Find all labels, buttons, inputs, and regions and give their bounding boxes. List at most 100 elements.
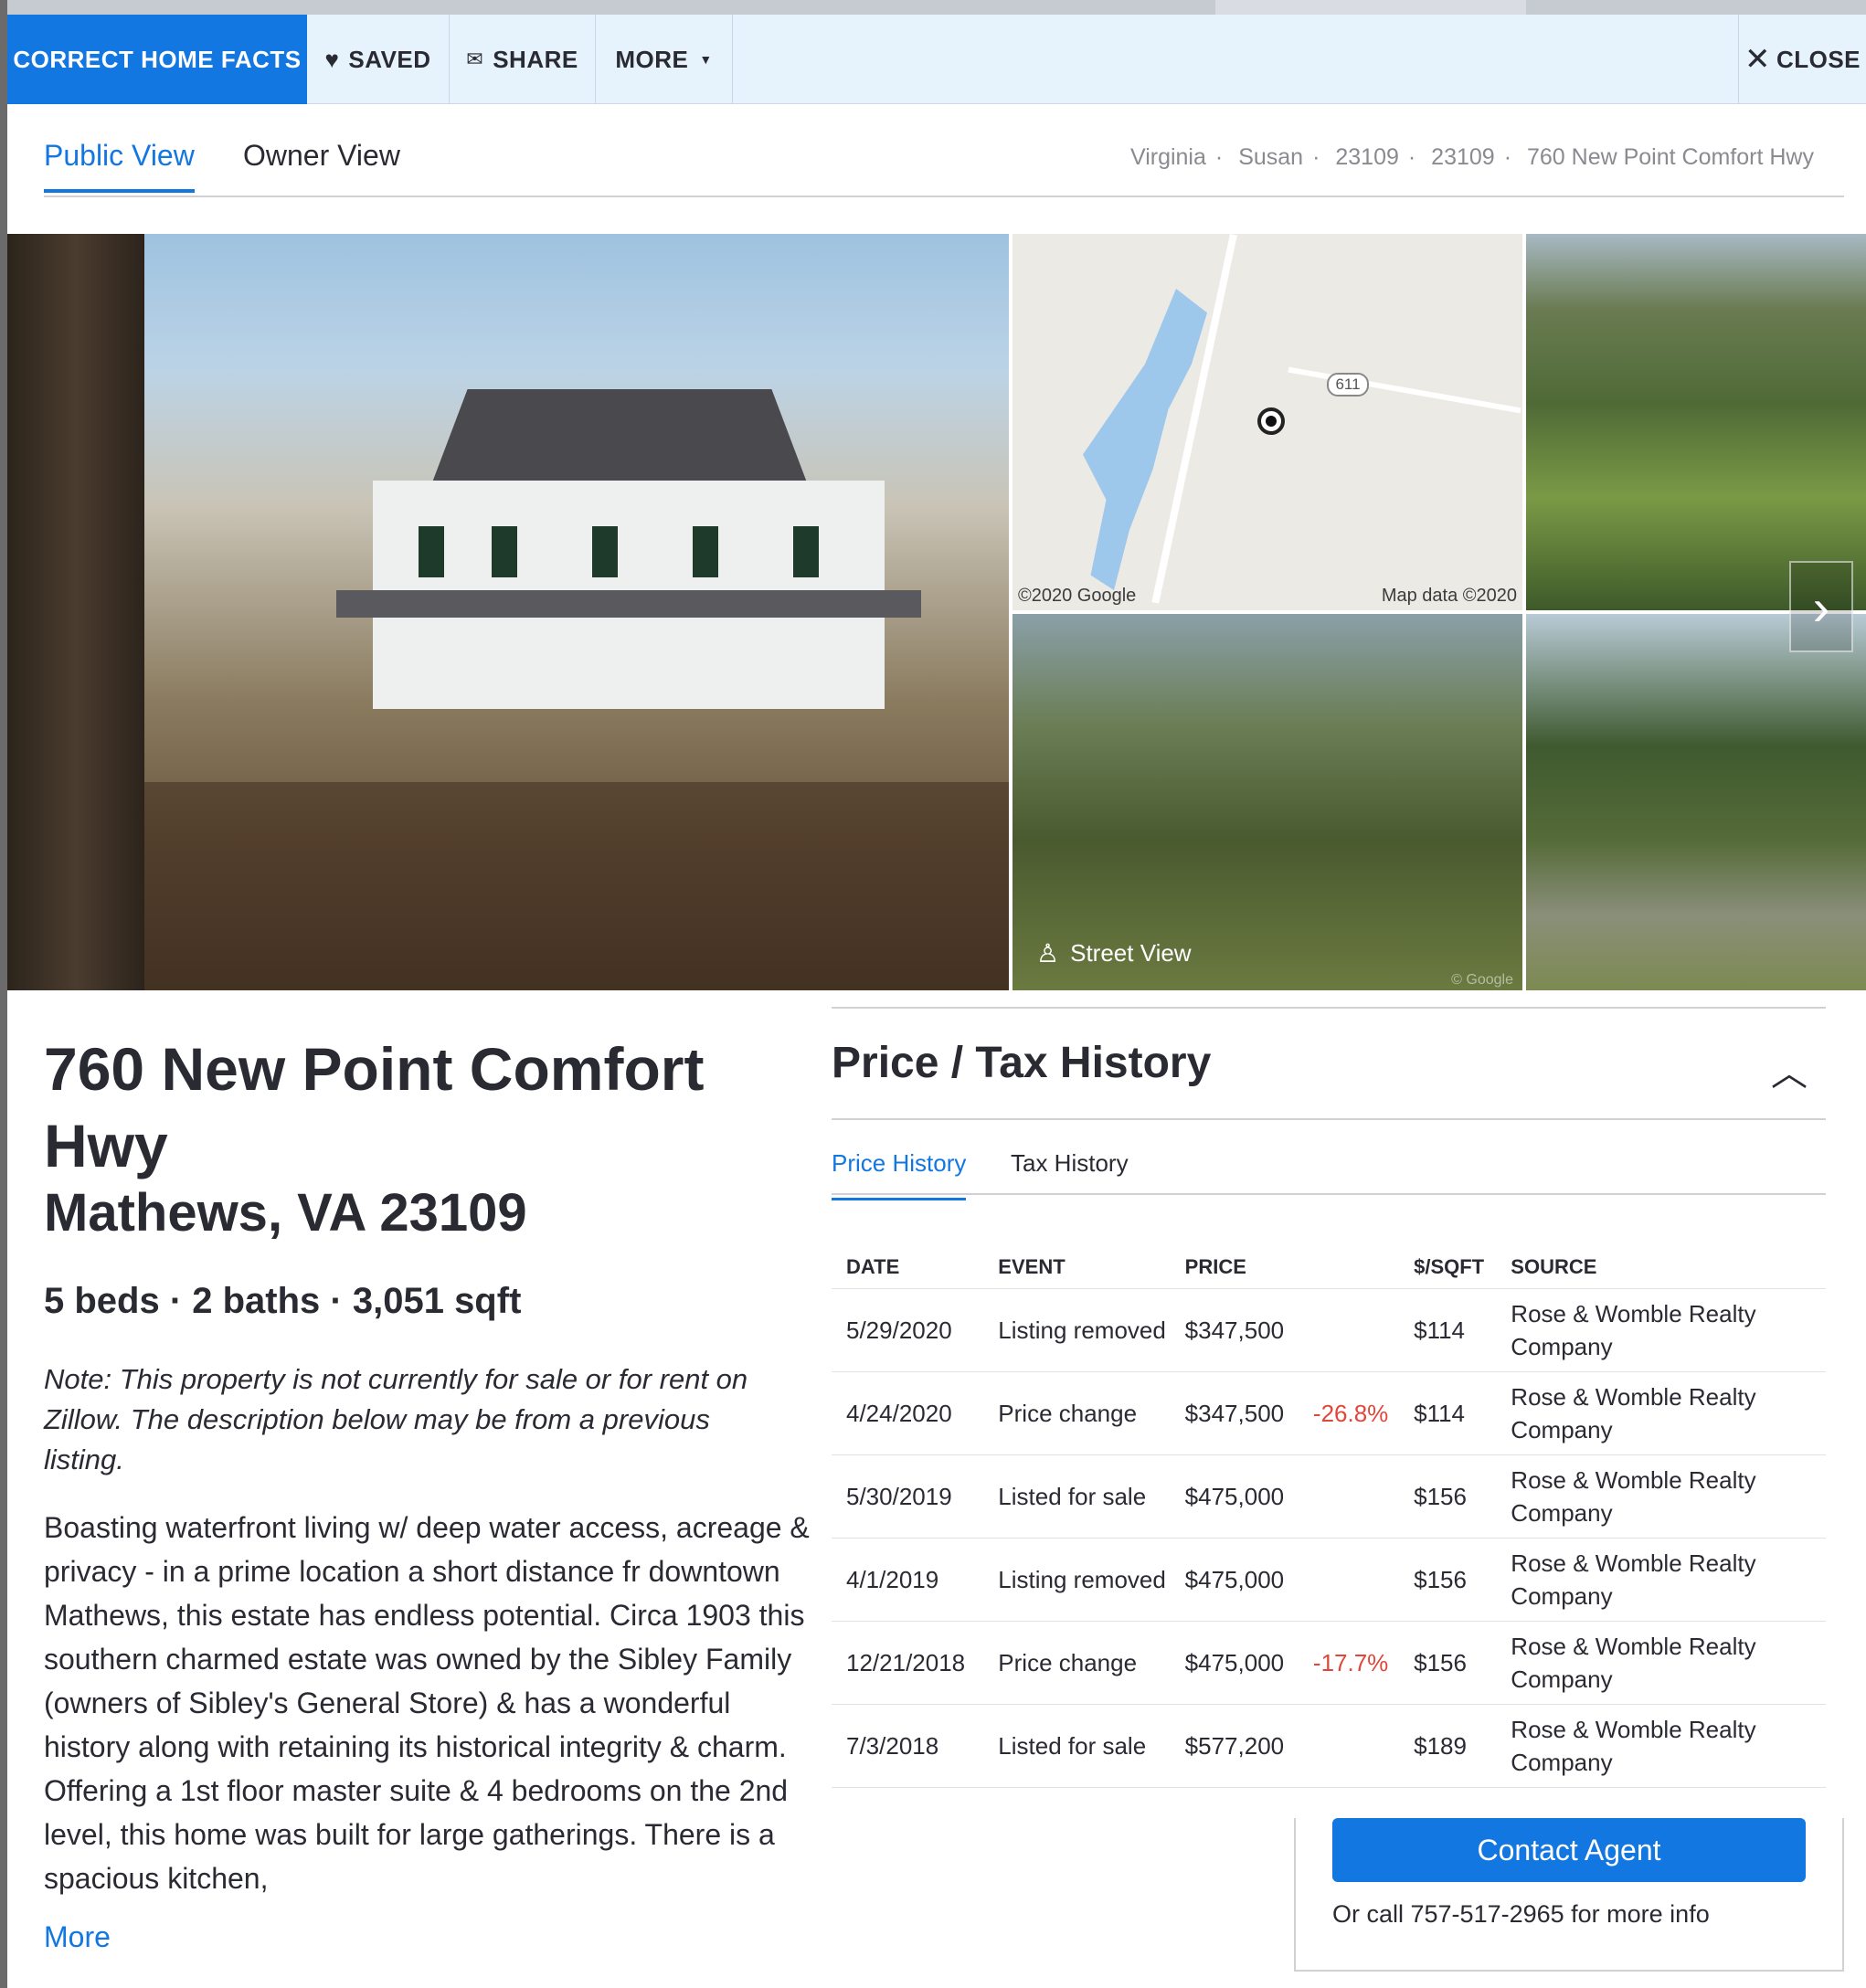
breadcrumb-separator: · — [1407, 144, 1416, 170]
map-credit-data: Map data ©2020 — [1381, 586, 1517, 606]
cell-event: Listed for sale — [983, 1454, 1171, 1538]
cell-date: 7/3/2018 — [832, 1703, 984, 1788]
street-view-text: Street View — [1070, 939, 1192, 967]
cell-price: $475,000 — [1170, 1454, 1299, 1538]
browser-tab-segment — [0, 0, 1215, 15]
google-watermark: © Google — [1451, 972, 1513, 988]
route-badge: 611 — [1327, 373, 1369, 397]
breadcrumb-item-state[interactable]: Virginia — [1130, 144, 1206, 170]
cell-event: Listed for sale — [983, 1703, 1171, 1788]
cell-date: 4/24/2020 — [832, 1370, 984, 1454]
cell-source: Rose & Womble Realty Company — [1496, 1703, 1826, 1788]
correct-home-facts-label: CORRECT HOME FACTS — [13, 45, 302, 73]
cell-price-per-sqft: $114 — [1399, 1287, 1497, 1371]
cell-price: $475,000 — [1170, 1537, 1299, 1621]
contact-call-text: Or call 757-517-2965 for more info — [1332, 1900, 1710, 1928]
cell-change: -26.8% — [1298, 1370, 1400, 1454]
column-header-change — [1299, 1246, 1399, 1288]
share-button[interactable]: ✉ SHARE — [450, 15, 596, 104]
house-porch — [336, 590, 921, 618]
table-row: 4/24/2020 Price change $347,500 -26.8% $… — [832, 1370, 1826, 1454]
breadcrumb-item-zip-2[interactable]: 23109 — [1431, 144, 1495, 170]
tab-tax-history[interactable]: Tax History — [1011, 1149, 1129, 1198]
saved-button[interactable]: ♥ SAVED — [307, 15, 450, 104]
divider — [832, 1007, 1826, 1009]
left-window-edge — [0, 0, 7, 1988]
divider — [832, 1118, 1826, 1120]
cell-change — [1298, 1537, 1400, 1621]
cell-source: Rose & Womble Realty Company — [1496, 1537, 1826, 1621]
cell-event: Price change — [983, 1370, 1171, 1454]
map-thumbnail[interactable]: 611 ©2020 Google Map data ©2020 — [1013, 234, 1522, 610]
cell-price-per-sqft: $156 — [1399, 1620, 1497, 1704]
house-window — [492, 526, 517, 577]
cell-event: Price change — [983, 1620, 1171, 1704]
column-header-source: SOURCE — [1511, 1254, 1597, 1278]
house-window — [793, 526, 819, 577]
breadcrumb-item-zip[interactable]: 23109 — [1335, 144, 1399, 170]
map-pin-icon — [1257, 407, 1285, 435]
column-header-price-per-sqft: $/SQFT — [1414, 1254, 1485, 1278]
cell-event: Listing removed — [983, 1537, 1171, 1621]
pegman-icon: ♙ — [1036, 939, 1060, 968]
breadcrumb-item-address[interactable]: 760 New Point Comfort Hwy — [1527, 144, 1814, 170]
house-roof — [429, 389, 810, 490]
main-house-photo[interactable] — [7, 234, 1009, 990]
cell-date: 5/30/2019 — [832, 1454, 984, 1538]
breadcrumb-item-area[interactable]: Susan — [1238, 144, 1303, 170]
browser-tab-segment — [1526, 0, 1866, 15]
divider — [832, 1193, 1826, 1195]
cell-price-per-sqft: $156 — [1399, 1454, 1497, 1538]
cell-source: Rose & Womble Realty Company — [1496, 1287, 1826, 1371]
house-window — [592, 526, 618, 577]
caret-down-icon: ▼ — [699, 52, 713, 67]
correct-home-facts-button[interactable]: CORRECT HOME FACTS — [7, 15, 307, 104]
cell-source: Rose & Womble Realty Company — [1496, 1620, 1826, 1704]
aerial-photo[interactable] — [1526, 234, 1866, 610]
modal-header-bar: CORRECT HOME FACTS ♥ SAVED ✉ SHARE MORE … — [7, 15, 1866, 104]
table-row: 7/3/2018 Listed for sale $577,200 $189 R… — [832, 1703, 1826, 1788]
cell-price-per-sqft: $156 — [1399, 1537, 1497, 1621]
map-water — [1083, 289, 1207, 590]
share-label: SHARE — [493, 45, 578, 73]
table-row: 5/29/2020 Listing removed $347,500 $114 … — [832, 1287, 1826, 1371]
table-row: 12/21/2018 Price change $475,000 -17.7% … — [832, 1620, 1826, 1704]
more-menu-button[interactable]: MORE ▼ — [596, 15, 733, 104]
cell-price: $577,200 — [1170, 1703, 1299, 1788]
breadcrumb-separator: · — [1214, 144, 1224, 170]
home-facts-summary: 5 beds · 2 baths · 3,051 sqft — [44, 1281, 522, 1321]
cell-date: 12/21/2018 — [832, 1620, 984, 1704]
column-header-price: PRICE — [1184, 1254, 1246, 1278]
description-more-link[interactable]: More — [44, 1920, 111, 1954]
map-road — [1288, 366, 1521, 414]
cell-change: -17.7% — [1298, 1620, 1400, 1704]
driveway-photo[interactable] — [1526, 614, 1866, 990]
house-illustration — [318, 389, 976, 773]
table-row: 5/30/2019 Listed for sale $475,000 $156 … — [832, 1454, 1826, 1538]
contact-agent-button[interactable]: Contact Agent — [1332, 1818, 1806, 1882]
cell-date: 4/1/2019 — [832, 1537, 984, 1621]
browser-top-strip — [0, 0, 1866, 15]
more-label: MORE — [615, 45, 689, 73]
ground-shadow — [7, 782, 1009, 990]
table-header-row: DATE EVENT PRICE $/SQFT SOURCE — [832, 1246, 1826, 1288]
cell-price: $347,500 — [1170, 1287, 1299, 1371]
breadcrumb-separator: · — [1312, 144, 1320, 170]
breadcrumb: Virginia · Susan · 23109 · 23109 · 760 New P… — [1130, 144, 1814, 171]
table-row: 4/1/2019 Listing removed $475,000 $156 R… — [832, 1537, 1826, 1621]
view-tabs: Public View Owner View Virginia · Susan · … — [44, 135, 1844, 197]
close-icon: ✕ — [1744, 42, 1771, 77]
tab-owner-view[interactable]: Owner View — [243, 139, 400, 189]
street-view-thumbnail[interactable]: ♙ Street View © Google — [1013, 614, 1522, 990]
envelope-icon: ✉ — [466, 48, 484, 70]
price-history-table: DATE EVENT PRICE $/SQFT SOURCE 5/29/2020… — [832, 1246, 1826, 1788]
chevron-up-icon[interactable]: ︿ — [1771, 1043, 1808, 1096]
breadcrumb-separator: · — [1503, 144, 1512, 170]
cell-price: $475,000 — [1170, 1620, 1299, 1704]
tab-public-view[interactable]: Public View — [44, 139, 195, 193]
close-button[interactable]: ✕ CLOSE — [1738, 15, 1866, 104]
column-header-event: EVENT — [998, 1254, 1066, 1278]
close-label: CLOSE — [1776, 45, 1861, 73]
cell-source: Rose & Womble Realty Company — [1496, 1454, 1826, 1538]
chevron-right-icon[interactable]: › — [1789, 561, 1853, 652]
